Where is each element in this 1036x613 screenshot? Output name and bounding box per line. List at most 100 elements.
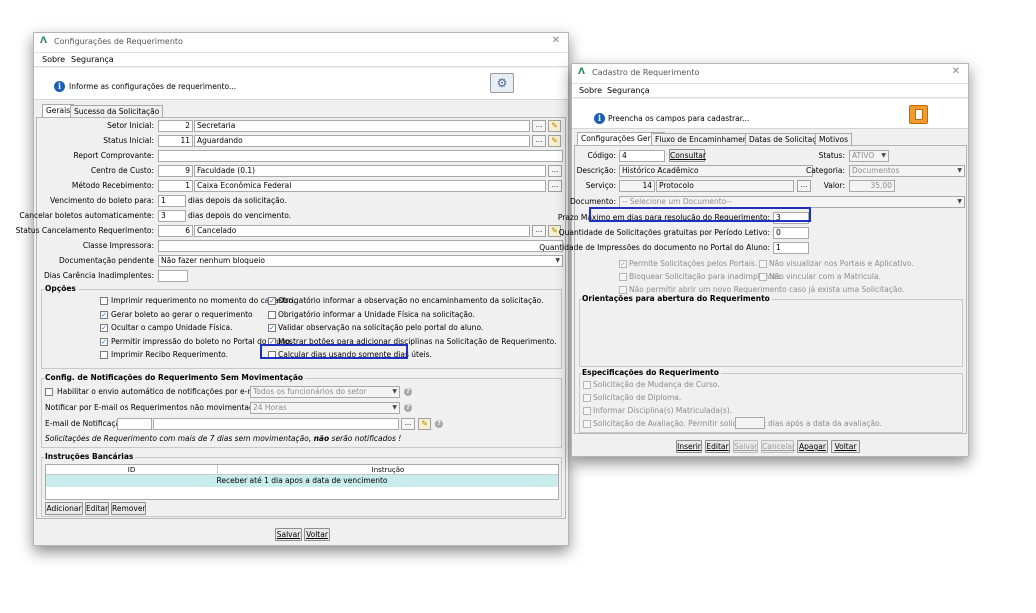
metodo-search-button[interactable]: ... bbox=[548, 180, 562, 192]
salvar-button[interactable]: Salvar bbox=[733, 440, 758, 453]
venc-field[interactable]: 1 bbox=[158, 195, 186, 207]
status-select[interactable]: ATIVO ▼ bbox=[849, 150, 889, 162]
metodo-code[interactable]: 1 bbox=[158, 180, 193, 192]
valor-field[interactable]: 35,00 bbox=[849, 180, 895, 192]
help-icon[interactable]: ? bbox=[404, 388, 412, 396]
salvar-button[interactable]: Salvar bbox=[275, 528, 302, 541]
status-code[interactable]: 11 bbox=[158, 135, 193, 147]
chevron-down-icon: ▼ bbox=[392, 404, 397, 411]
voltar-button[interactable]: Voltar bbox=[831, 440, 860, 453]
email-name-field[interactable] bbox=[153, 418, 399, 430]
option-label: Ocultar o campo Unidade Física. bbox=[111, 323, 233, 332]
spec-checkbox[interactable] bbox=[583, 407, 591, 415]
report-field[interactable] bbox=[158, 150, 563, 162]
close-icon[interactable]: ✕ bbox=[952, 66, 960, 77]
option-checkbox[interactable]: ✓ bbox=[100, 310, 108, 319]
config-window: Λ Configurações de Requerimento ✕ Sobre … bbox=[16, 32, 569, 546]
avaliacao-checkbox[interactable] bbox=[583, 420, 591, 428]
permission-checkbox[interactable] bbox=[619, 286, 627, 294]
opcoes-title: Opções bbox=[45, 284, 78, 293]
help-icon[interactable]: ? bbox=[435, 420, 443, 428]
remover-button[interactable]: Remover bbox=[111, 502, 146, 515]
setor-edit-icon[interactable]: ✎ bbox=[548, 120, 561, 132]
cancelar-field[interactable]: 3 bbox=[158, 210, 186, 222]
menu-seguranca[interactable]: Segurança bbox=[71, 55, 114, 64]
servico-search-button[interactable]: ... bbox=[797, 180, 811, 192]
setor-code[interactable]: 2 bbox=[158, 120, 193, 132]
email-edit-icon[interactable]: ✎ bbox=[418, 418, 431, 430]
statuscanc-name[interactable]: Cancelado bbox=[194, 225, 530, 237]
carencia-field[interactable] bbox=[158, 270, 188, 282]
categoria-select[interactable]: Documentos ▼ bbox=[849, 165, 965, 177]
col-instrucao: Instrução bbox=[218, 465, 558, 475]
centro-name[interactable]: Faculdade (0.1) bbox=[194, 165, 546, 177]
servico-name[interactable]: Protocolo bbox=[656, 180, 794, 192]
document-icon[interactable] bbox=[909, 105, 928, 124]
menu-sobre[interactable]: Sobre bbox=[42, 55, 65, 64]
metodo-name[interactable]: Caixa Econômica Federal bbox=[194, 180, 546, 192]
close-icon[interactable]: ✕ bbox=[552, 35, 560, 46]
impressoes-field[interactable]: 1 bbox=[773, 242, 809, 254]
permission-label: Não vincular com a Matricula. bbox=[769, 272, 881, 281]
option-checkbox[interactable]: ✓ bbox=[268, 324, 276, 332]
option-checkbox[interactable]: ✓ bbox=[100, 337, 108, 346]
permission-checkbox[interactable]: ✓ bbox=[619, 260, 627, 268]
codigo-field[interactable]: 4 bbox=[619, 150, 665, 162]
cancelar-button[interactable]: Cancelar bbox=[761, 440, 795, 453]
menu-sobre[interactable]: Sobre bbox=[579, 86, 602, 95]
habilitar-checkbox[interactable] bbox=[45, 388, 53, 396]
avaliacao-dias-field[interactable] bbox=[735, 417, 765, 429]
option-checkbox[interactable] bbox=[100, 297, 108, 305]
descricao-field[interactable]: Histórico Acadêmico bbox=[619, 165, 813, 177]
impressora-field[interactable] bbox=[158, 240, 563, 252]
tab-3[interactable]: Motivos bbox=[815, 133, 853, 145]
docpend-select[interactable]: Não fazer nenhum bloqueio ▼ bbox=[158, 255, 563, 267]
option-checkbox[interactable]: ✓ bbox=[268, 297, 276, 305]
email-search-button[interactable]: ... bbox=[401, 418, 415, 430]
servico-code[interactable]: 14 bbox=[619, 180, 655, 192]
statuscanc-search-button[interactable]: ... bbox=[532, 225, 546, 237]
permission-checkbox[interactable] bbox=[619, 273, 627, 281]
setor-name[interactable]: Secretaria bbox=[194, 120, 530, 132]
setor-search-button[interactable]: ... bbox=[532, 120, 546, 132]
apagar-button[interactable]: Apagar bbox=[797, 440, 828, 453]
option-label: Obrigatório informar a observação no enc… bbox=[278, 296, 544, 305]
permission-checkbox[interactable] bbox=[759, 260, 767, 268]
highlight-calcular bbox=[260, 344, 408, 359]
centro-label: Centro de Custo: bbox=[90, 166, 154, 175]
status-search-button[interactable]: ... bbox=[532, 135, 546, 147]
adicionar-button[interactable]: Adicionar bbox=[45, 502, 83, 515]
status-name[interactable]: Aguardando bbox=[194, 135, 530, 147]
habilitar-select[interactable]: Todos os funcionários do setor ▼ bbox=[250, 386, 400, 398]
info-bar: i Preencha os campos para cadastrar... bbox=[572, 99, 968, 129]
notificar-select[interactable]: 24 Horas ▼ bbox=[250, 402, 400, 414]
permission-checkbox[interactable] bbox=[759, 273, 767, 281]
menu-seguranca[interactable]: Segurança bbox=[607, 86, 650, 95]
statuscanc-code[interactable]: 6 bbox=[158, 225, 193, 237]
table-row[interactable]: Receber até 1 dia apos a data de vencime… bbox=[46, 475, 558, 487]
spec-checkbox[interactable] bbox=[583, 381, 591, 389]
editar-button[interactable]: Editar bbox=[85, 502, 109, 515]
voltar-button[interactable]: Voltar bbox=[304, 528, 330, 541]
spec-label: Solicitação de Mudança de Curso. bbox=[593, 380, 720, 389]
permission-label: Permite Solicitações pelos Portais. bbox=[629, 259, 758, 268]
especificacoes-title: Especificações do Requerimento bbox=[582, 368, 721, 377]
settings-gear-icon[interactable]: ⚙ bbox=[490, 73, 514, 93]
status-edit-icon[interactable]: ✎ bbox=[548, 135, 561, 147]
tab-sucesso[interactable]: Sucesso da Solicitação bbox=[70, 105, 164, 117]
app-logo-icon: Λ bbox=[578, 67, 585, 77]
email-code-field[interactable] bbox=[117, 418, 152, 430]
centro-code[interactable]: 9 bbox=[158, 165, 193, 177]
option-checkbox[interactable]: ✓ bbox=[100, 324, 108, 332]
option-checkbox[interactable] bbox=[100, 351, 108, 359]
help-icon[interactable]: ? bbox=[404, 404, 412, 412]
descricao-label: Descrição: bbox=[576, 166, 616, 175]
consultar-button[interactable]: Consultar bbox=[669, 149, 706, 162]
docpend-value: Não fazer nenhum bloqueio bbox=[161, 256, 265, 265]
spec-checkbox[interactable] bbox=[583, 394, 591, 402]
gratuitas-field[interactable]: 0 bbox=[773, 227, 809, 239]
option-checkbox[interactable] bbox=[268, 310, 276, 319]
centro-search-button[interactable]: ... bbox=[548, 165, 562, 177]
editar-button[interactable]: Editar bbox=[705, 440, 730, 453]
inserir-button[interactable]: Inserir bbox=[676, 440, 702, 453]
